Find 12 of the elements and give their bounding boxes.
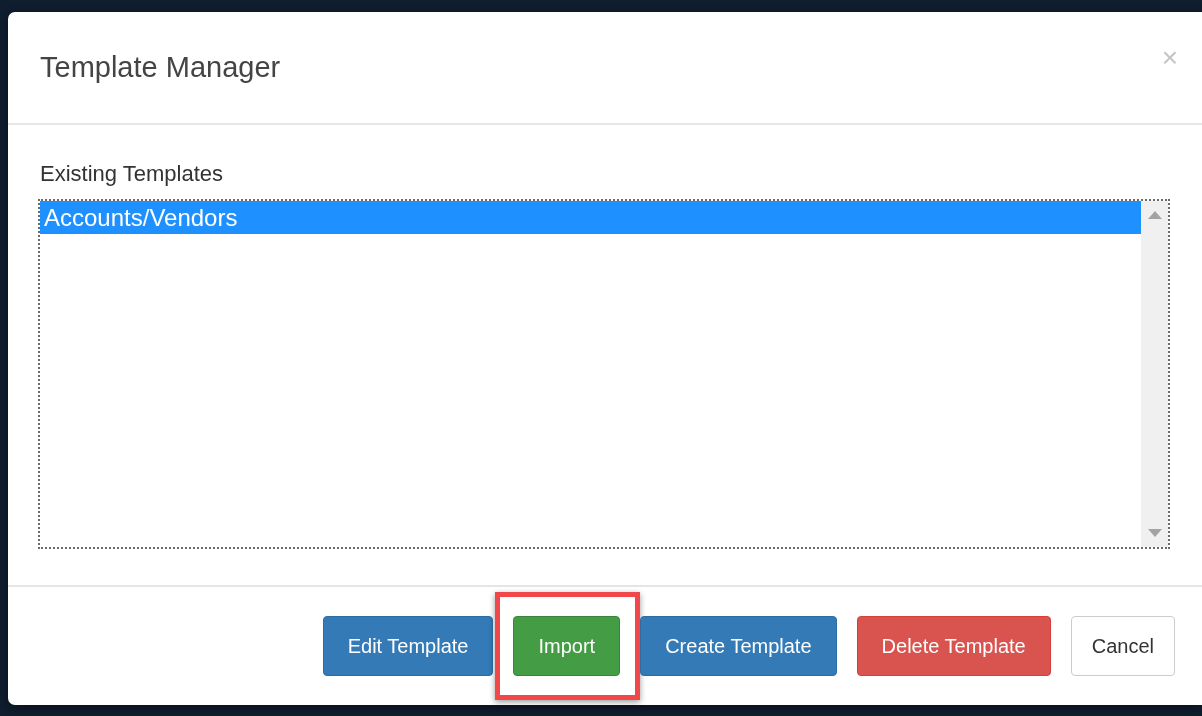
scrollbar[interactable] (1141, 201, 1168, 547)
dialog-button[interactable]: Create Template (640, 616, 837, 676)
dialog-button[interactable]: Edit Template (322, 616, 494, 676)
scroll-down-icon[interactable] (1147, 529, 1162, 537)
dialog-button[interactable]: Cancel (1070, 616, 1175, 676)
dialog-button[interactable]: Delete Template (856, 616, 1051, 676)
dialog-title: Template Manager (40, 51, 281, 84)
scroll-up-icon[interactable] (1147, 211, 1162, 219)
list-item[interactable]: Accounts/Vendors (40, 201, 1141, 234)
field-label: Existing Templates (40, 161, 224, 187)
template-list[interactable]: Accounts/Vendors (38, 199, 1170, 549)
dialog-button[interactable]: Import (513, 616, 621, 676)
